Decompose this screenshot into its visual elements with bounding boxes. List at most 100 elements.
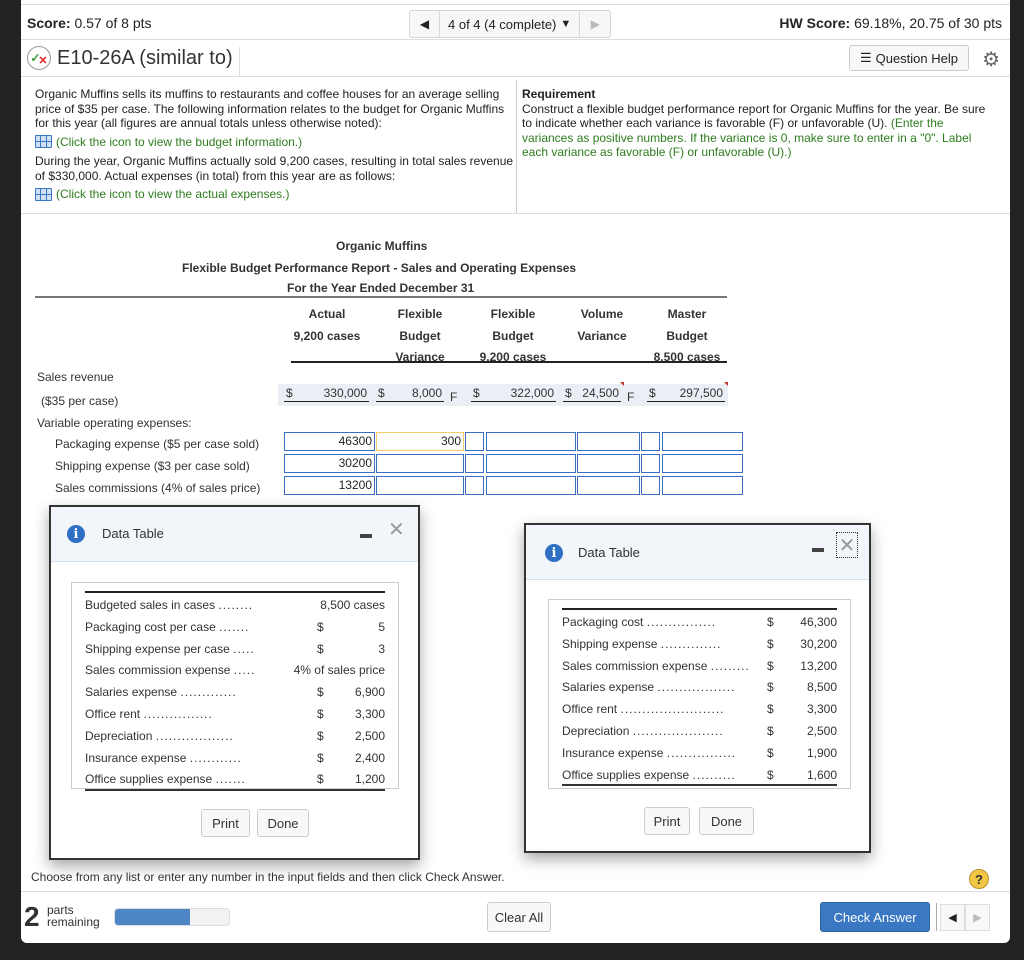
packaging-master-input[interactable] bbox=[662, 432, 743, 451]
shipping-flexible-input[interactable] bbox=[486, 454, 576, 473]
row-label: Office rent ........................ bbox=[562, 702, 725, 717]
currency-symbol: $ bbox=[317, 641, 324, 656]
hw-score-label: HW Score: bbox=[779, 15, 851, 31]
print-button[interactable]: Print bbox=[644, 807, 690, 835]
variable-expenses-label: Variable operating expenses: bbox=[37, 416, 192, 430]
question-selector[interactable]: 4 of 4 (4 complete) ▼ bbox=[440, 11, 581, 37]
row-value: 8,500 bbox=[806, 680, 837, 695]
shipping-fb-variance-input[interactable] bbox=[376, 454, 464, 473]
done-button[interactable]: Done bbox=[699, 807, 754, 835]
sales-flexible-value: 322,000 bbox=[510, 386, 554, 400]
packaging-actual-input[interactable]: 46300 bbox=[284, 432, 375, 451]
commissions-master-input[interactable] bbox=[662, 476, 743, 495]
progress-fill bbox=[115, 909, 191, 925]
sales-volume-variance-cell: $24,500 bbox=[563, 382, 624, 402]
row-label: Shipping expense per case ..... bbox=[85, 641, 255, 656]
row-value: 1,600 bbox=[806, 767, 837, 782]
arrow-right-icon: ▶ bbox=[973, 912, 982, 924]
close-icon[interactable]: ✕ bbox=[836, 532, 858, 558]
table-icon[interactable] bbox=[35, 187, 52, 201]
question-title: E10-26A (similar to) bbox=[57, 47, 240, 77]
info-icon: i bbox=[545, 544, 563, 562]
data-table-row: Depreciation ..................... $2,500 bbox=[562, 719, 837, 741]
data-table-row: Salaries expense ............. $6,900 bbox=[85, 680, 385, 702]
commissions-flexible-input[interactable] bbox=[486, 476, 576, 495]
header-line: Master bbox=[667, 307, 707, 321]
table-icon[interactable] bbox=[35, 135, 52, 149]
row-label: Shipping expense .............. bbox=[562, 636, 722, 651]
data-table-row: Sales commission expense ..... 4% of sale… bbox=[85, 658, 385, 680]
next-part-button[interactable]: ▶ bbox=[965, 904, 990, 931]
header-line: 9,200 cases bbox=[293, 328, 361, 343]
commissions-fb-fu-select[interactable] bbox=[465, 476, 484, 495]
close-icon[interactable]: ✕ bbox=[388, 517, 405, 542]
previous-question-button[interactable]: ◀ bbox=[410, 11, 440, 37]
budget-info-link[interactable]: (Click the icon to view the budget infor… bbox=[35, 135, 515, 150]
check-answer-button[interactable]: Check Answer bbox=[820, 902, 930, 932]
header-line: Volume bbox=[580, 307, 624, 321]
column-header-flexible-budget: Flexible Budget 9,200 cases bbox=[473, 304, 553, 369]
sales-per-case-label: ($35 per case) bbox=[41, 394, 119, 408]
score-label: Score: bbox=[27, 15, 71, 31]
row-label: Insurance expense ................ bbox=[562, 745, 737, 760]
shipping-actual-input[interactable]: 30200 bbox=[284, 454, 375, 473]
next-question-button[interactable]: ▶ bbox=[580, 11, 610, 37]
problem-paragraph-2: During the year, Organic Muffins actuall… bbox=[35, 154, 514, 183]
packaging-volume-fu-select[interactable] bbox=[641, 432, 660, 451]
row-label: Sales commission expense ..... bbox=[85, 663, 256, 678]
done-button[interactable]: Done bbox=[257, 809, 309, 837]
print-button[interactable]: Print bbox=[201, 809, 250, 837]
row-value: 6,900 bbox=[354, 685, 385, 700]
actual-expenses-link[interactable]: (Click the icon to view the actual expen… bbox=[35, 187, 515, 202]
commissions-fb-variance-input[interactable] bbox=[376, 476, 464, 495]
packaging-fb-variance-input[interactable]: 300 bbox=[376, 432, 464, 451]
currency-symbol: $ bbox=[767, 723, 774, 738]
column-header-actual: Actual 9,200 cases bbox=[287, 304, 367, 347]
shipping-master-input[interactable] bbox=[662, 454, 743, 473]
shipping-volume-variance-input[interactable] bbox=[577, 454, 640, 473]
actual-expenses-link-text[interactable]: (Click the icon to view the actual expen… bbox=[56, 187, 289, 202]
currency-symbol: $ bbox=[317, 728, 324, 743]
commissions-volume-variance-input[interactable] bbox=[577, 476, 640, 495]
expense-row-label: Packaging expense ($5 per case sold) bbox=[55, 437, 260, 451]
question-help-button[interactable]: ☰ Question Help bbox=[848, 45, 969, 71]
currency-symbol: $ bbox=[317, 772, 324, 787]
minimize-icon[interactable] bbox=[360, 534, 372, 538]
currency-symbol: $ bbox=[317, 685, 324, 700]
header-line: Budget bbox=[399, 328, 441, 343]
commissions-actual-input[interactable]: 13200 bbox=[284, 476, 375, 495]
packaging-volume-variance-input[interactable] bbox=[577, 432, 640, 451]
caret-down-icon: ▼ bbox=[560, 18, 572, 30]
data-table-row: Depreciation .................. $2,500 bbox=[85, 724, 385, 746]
header-line: Flexible bbox=[490, 307, 536, 321]
currency-symbol: $ bbox=[767, 658, 774, 673]
parts-remaining-label: parts remaining bbox=[47, 904, 100, 928]
packaging-flexible-input[interactable] bbox=[486, 432, 576, 451]
arrow-left-icon: ◀ bbox=[948, 912, 957, 924]
table-body: Budgeted sales in cases ........ 8,500 ca… bbox=[85, 591, 385, 792]
row-value: 8,500 cases bbox=[320, 598, 385, 612]
row-label: Salaries expense ............. bbox=[85, 685, 237, 700]
row-value: 2,400 bbox=[354, 750, 385, 765]
gear-icon[interactable]: ⚙ bbox=[982, 47, 1000, 72]
shipping-volume-fu-select[interactable] bbox=[641, 454, 660, 473]
currency-symbol: $ bbox=[378, 386, 385, 400]
instruction-text: Choose from any list or enter any number… bbox=[31, 870, 505, 884]
currency-symbol: $ bbox=[317, 706, 324, 721]
hw-score-value: 69.18%, 20.75 of 30 pts bbox=[854, 15, 1002, 31]
packaging-fb-fu-select[interactable] bbox=[465, 432, 484, 451]
partial-credit-icon: ✓ ✕ bbox=[27, 46, 51, 70]
row-label: Budgeted sales in cases ........ bbox=[85, 598, 254, 612]
info-icon: i bbox=[67, 525, 85, 543]
previous-part-button[interactable]: ◀ bbox=[940, 904, 965, 931]
row-value: 3,300 bbox=[806, 702, 837, 717]
commissions-volume-fu-select[interactable] bbox=[641, 476, 660, 495]
clear-all-button[interactable]: Clear All bbox=[487, 902, 551, 932]
header-line: Actual bbox=[308, 307, 346, 321]
parts-progress-bar bbox=[114, 908, 230, 926]
budget-info-link-text[interactable]: (Click the icon to view the budget infor… bbox=[56, 135, 302, 150]
help-question-icon[interactable]: ? bbox=[969, 869, 989, 889]
row-value: 2,500 bbox=[354, 728, 385, 743]
shipping-fb-fu-select[interactable] bbox=[465, 454, 484, 473]
minimize-icon[interactable] bbox=[812, 548, 824, 552]
